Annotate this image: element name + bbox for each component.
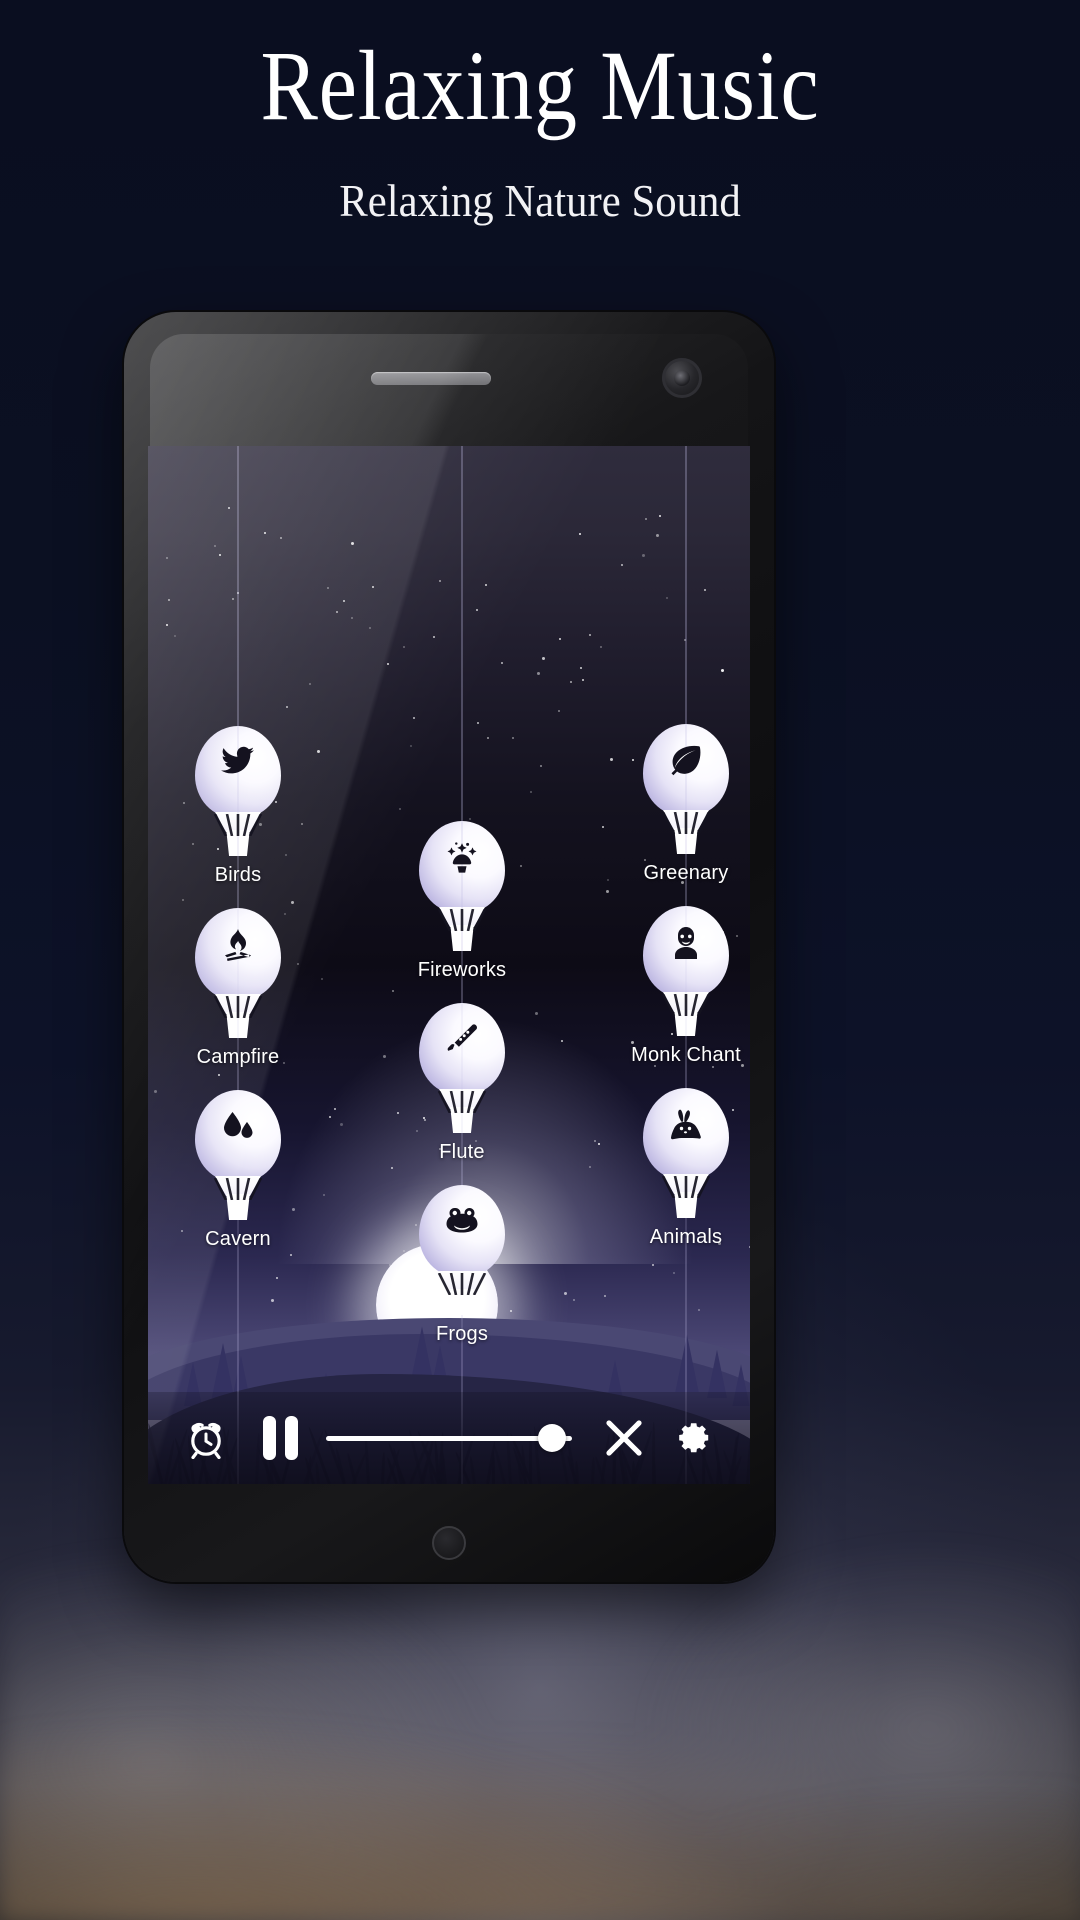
- balloon-ropes: [212, 995, 264, 1019]
- bird-icon: [188, 746, 288, 776]
- sound-balloon-grid: Birds Campfire Cavern Fireworks Flute Frogs Gr…: [148, 446, 750, 1484]
- campfire-icon: [188, 928, 288, 962]
- volume-track: [326, 1435, 572, 1441]
- promo-title: Relaxing Music: [260, 30, 820, 141]
- balloon-ropes: [436, 1090, 488, 1114]
- balloon-ropes: [660, 1175, 712, 1199]
- water-drop-icon: [188, 1110, 288, 1142]
- balloon-graphic: [636, 1088, 736, 1220]
- phone-mockup: Birds Campfire Cavern Fireworks Flute Frogs Gr…: [124, 312, 774, 1582]
- pause-bar-left: [262, 1416, 276, 1460]
- sound-balloon-animals[interactable]: Animals: [606, 446, 750, 1484]
- phone-top-glass-reflection: [150, 334, 748, 446]
- leaf-icon: [636, 744, 736, 776]
- sound-label: Flute: [439, 1141, 485, 1163]
- sound-label: Animals: [649, 1226, 723, 1248]
- background-ridge: [0, 1620, 1080, 1920]
- promo-subtitle: Relaxing Nature Sound: [339, 175, 741, 226]
- flute-icon: [412, 1023, 512, 1053]
- app-screen: Birds Campfire Cavern Fireworks Flute Frogs Gr…: [148, 446, 750, 1484]
- promo-headline-block: Relaxing Music Relaxing Nature Sound: [0, 0, 1080, 227]
- fireworks-icon: [412, 841, 512, 875]
- rabbit-icon: [636, 1108, 736, 1140]
- balloon-ropes: [436, 908, 488, 932]
- home-button[interactable]: [432, 1526, 466, 1560]
- balloon-string: [461, 446, 463, 1185]
- sound-balloon-cavern[interactable]: Cavern: [158, 446, 318, 1484]
- sound-label: Birds: [214, 864, 262, 886]
- volume-knob[interactable]: [538, 1424, 566, 1452]
- sound-label: Fireworks: [417, 959, 507, 981]
- close-x-icon[interactable]: [592, 1416, 656, 1460]
- sound-label: Greenary: [643, 862, 729, 884]
- sound-balloon-frogs[interactable]: Frogs: [382, 446, 542, 1484]
- balloon-ropes: [212, 1177, 264, 1201]
- balloon-graphic: [412, 1185, 512, 1317]
- volume-slider[interactable]: [326, 1418, 572, 1458]
- alarm-clock-icon[interactable]: [174, 1417, 238, 1459]
- balloon-ropes: [436, 1272, 488, 1296]
- pause-icon[interactable]: [248, 1416, 312, 1460]
- monk-icon: [636, 926, 736, 960]
- sound-label: Campfire: [196, 1046, 280, 1068]
- balloon-ropes: [212, 813, 264, 837]
- playback-control-bar: [148, 1392, 750, 1484]
- sound-balloon-greenary[interactable]: Greenary: [606, 446, 750, 1484]
- sound-balloon-monk_chant[interactable]: Monk Chant: [606, 446, 750, 1484]
- balloon-ropes: [660, 993, 712, 1017]
- frog-icon: [412, 1205, 512, 1235]
- pause-bar-right: [284, 1416, 298, 1460]
- sound-label: Monk Chant: [631, 1044, 741, 1066]
- sound-label: Cavern: [205, 1228, 271, 1250]
- gear-icon[interactable]: [660, 1416, 724, 1460]
- sound-label: Frogs: [435, 1323, 489, 1345]
- balloon-graphic: [188, 1090, 288, 1222]
- balloon-ropes: [660, 811, 712, 835]
